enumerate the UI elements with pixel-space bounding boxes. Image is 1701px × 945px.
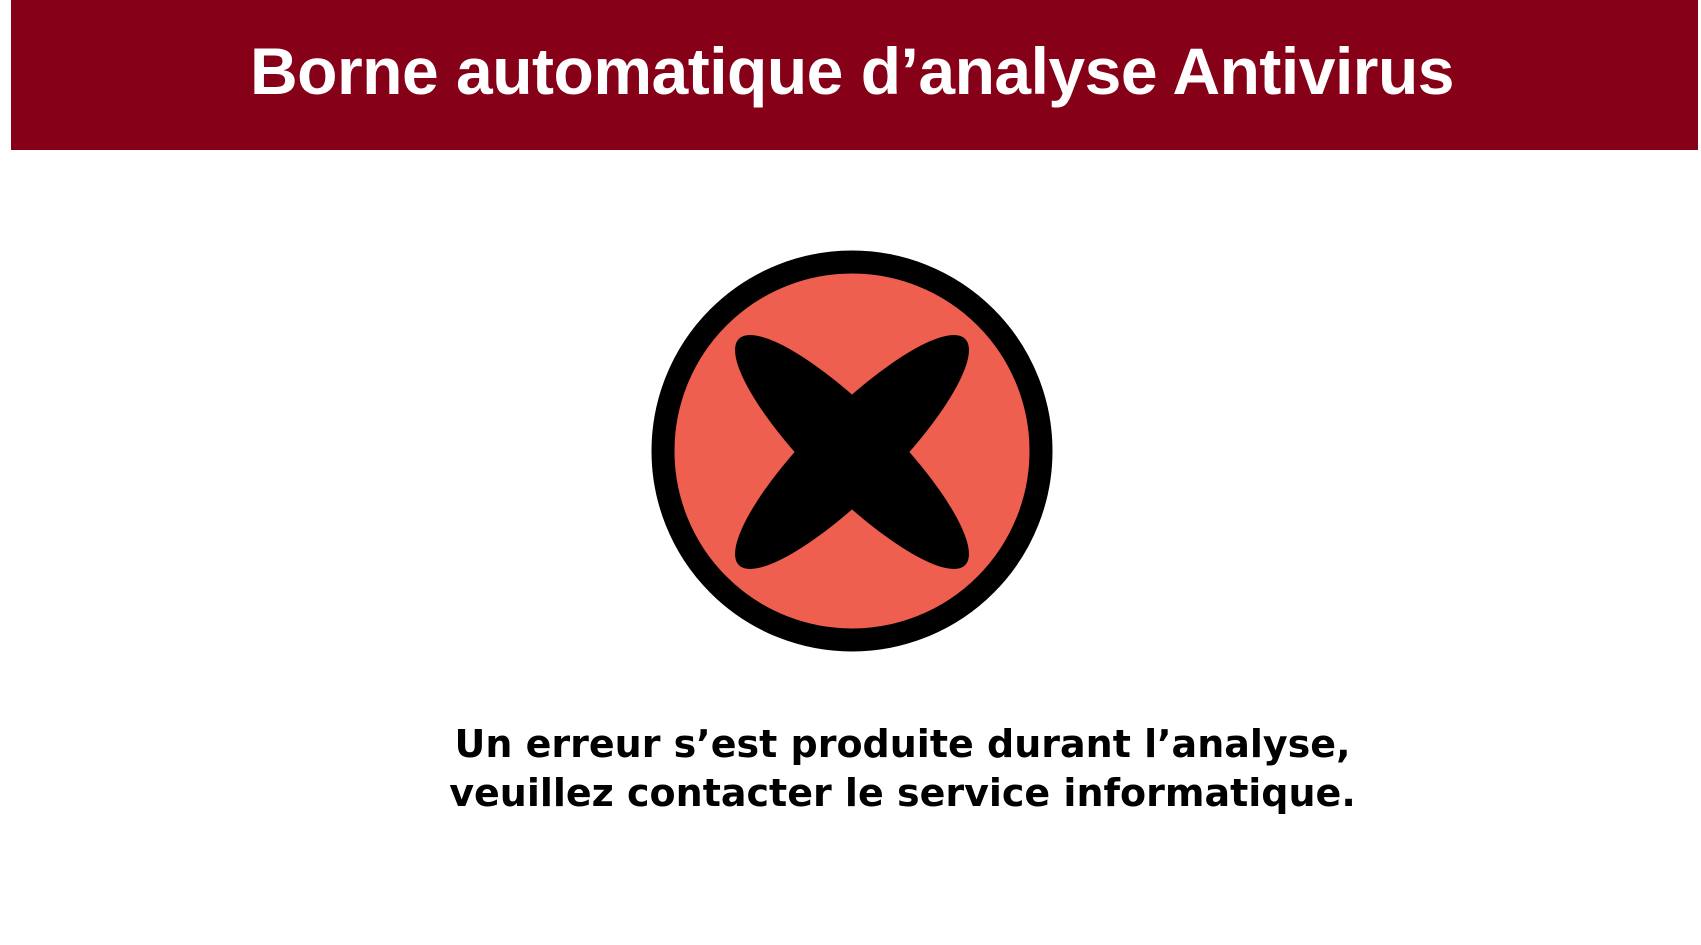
error-message-line-2: veuillez contacter le service informatiq… [449, 771, 1356, 815]
error-message: Un erreur s’est produite durant l’analys… [300, 720, 1505, 818]
kiosk-screen: Borne automatique d’analyse Antivirus Un… [0, 0, 1701, 945]
error-message-line-1: Un erreur s’est produite durant l’analys… [454, 722, 1351, 766]
header-bar: Borne automatique d’analyse Antivirus [11, 0, 1698, 150]
error-x-circle-icon [651, 249, 1053, 653]
page-title: Borne automatique d’analyse Antivirus [250, 34, 1454, 108]
